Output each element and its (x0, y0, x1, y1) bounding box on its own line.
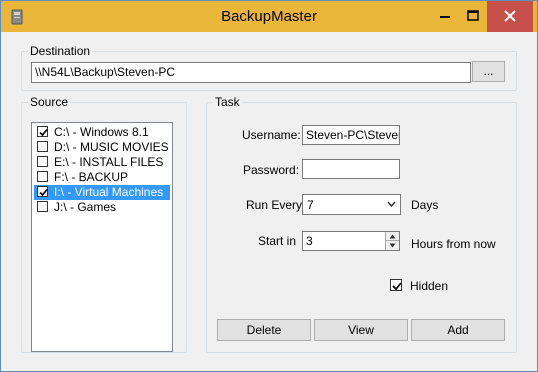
drive-checkbox[interactable] (37, 141, 48, 152)
chevron-down-icon (387, 201, 396, 208)
run-every-select[interactable]: 7 (302, 194, 401, 215)
list-item-selected[interactable]: I:\ - Virtual Machines (34, 185, 170, 200)
hidden-checkbox[interactable] (390, 279, 402, 291)
maximize-button[interactable] (459, 1, 487, 32)
drive-checkbox[interactable] (37, 156, 48, 167)
drive-checkbox[interactable] (37, 171, 48, 182)
drive-checkbox[interactable] (37, 201, 48, 212)
drive-checkbox[interactable] (37, 126, 48, 137)
username-input[interactable]: Steven-PC\Steven (302, 125, 400, 145)
close-icon (504, 10, 516, 22)
hidden-label: Hidden (410, 279, 449, 293)
browse-button[interactable]: ... (472, 61, 505, 82)
list-item-label: E:\ - INSTALL FILES (54, 155, 164, 169)
list-item-label: F:\ - BACKUP (54, 170, 129, 184)
days-label: Days (411, 198, 439, 212)
list-item-label: D:\ - MUSIC MOVIES (54, 140, 169, 154)
hours-label: Hours from now (411, 237, 496, 251)
start-in-value: 3 (306, 234, 313, 248)
chevron-up-icon (389, 234, 396, 239)
start-in-stepper[interactable]: 3 (302, 231, 400, 251)
checkmark-icon (392, 282, 402, 291)
source-group-label: Source (30, 95, 69, 109)
delete-button[interactable]: Delete (217, 319, 311, 341)
checkmark-icon (39, 128, 48, 137)
checkmark-icon (39, 188, 48, 197)
close-button[interactable] (487, 1, 533, 32)
title-bar[interactable]: BackupMaster (1, 1, 537, 32)
add-button[interactable]: Add (411, 319, 505, 341)
list-item[interactable]: J:\ - Games (34, 200, 170, 215)
list-item-label: J:\ - Games (54, 200, 117, 214)
password-input[interactable] (302, 159, 400, 179)
list-item[interactable]: F:\ - BACKUP (34, 170, 170, 185)
app-window: BackupMaster Destination Source Task \\N… (0, 0, 538, 372)
destination-group-label: Destination (30, 44, 91, 58)
start-in-label: Start in (258, 234, 297, 248)
destination-path-input[interactable]: \\N54L\Backup\Steven-PC (31, 62, 471, 83)
drive-checkbox[interactable] (37, 186, 48, 197)
spin-up-button[interactable] (385, 232, 399, 241)
list-item-label: I:\ - Virtual Machines (54, 185, 164, 199)
list-item-label: C:\ - Windows 8.1 (54, 125, 149, 139)
view-button[interactable]: View (314, 319, 408, 341)
list-item[interactable]: C:\ - Windows 8.1 (34, 125, 170, 140)
list-item[interactable]: D:\ - MUSIC MOVIES (34, 140, 170, 155)
username-label: Username: (242, 128, 301, 142)
password-label: Password: (243, 163, 300, 177)
run-every-label: Run Every (246, 198, 303, 212)
spin-down-button[interactable] (385, 241, 399, 250)
minimize-button[interactable] (431, 1, 459, 32)
source-list[interactable]: C:\ - Windows 8.1 D:\ - MUSIC MOVIES E:\… (31, 122, 173, 352)
list-item[interactable]: E:\ - INSTALL FILES (34, 155, 170, 170)
task-group-label: Task (215, 95, 240, 109)
run-every-value: 7 (307, 198, 314, 212)
chevron-down-icon (389, 243, 396, 248)
